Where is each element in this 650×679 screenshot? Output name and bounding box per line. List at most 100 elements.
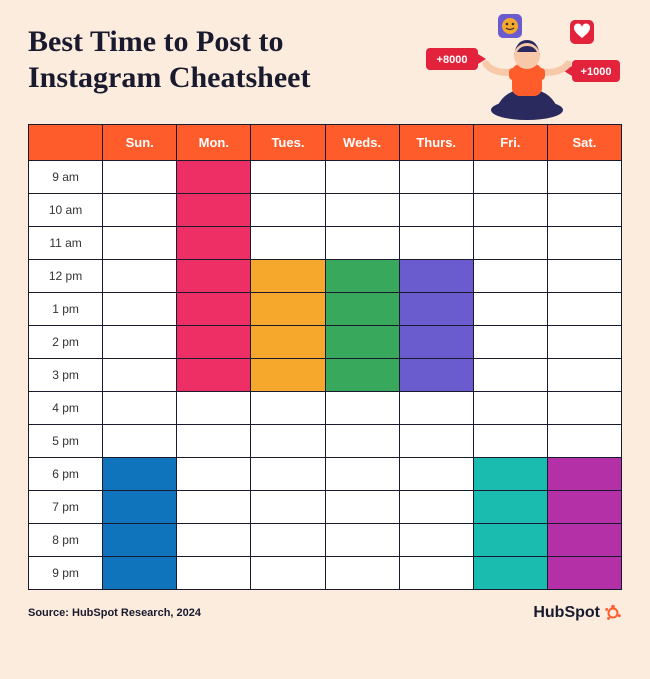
schedule-cell	[251, 557, 325, 590]
schedule-cell	[251, 359, 325, 392]
schedule-cell	[325, 524, 399, 557]
schedule-cell	[473, 227, 547, 260]
table-row: 1 pm	[29, 293, 622, 326]
schedule-cell	[473, 425, 547, 458]
schedule-cell	[103, 557, 177, 590]
left-badge-text: +8000	[437, 54, 468, 66]
schedule-cell	[547, 227, 621, 260]
schedule-cell	[473, 293, 547, 326]
schedule-table: Sun.Mon.Tues.Weds.Thurs.Fri.Sat. 9 am10 …	[28, 124, 622, 590]
schedule-cell	[325, 425, 399, 458]
hubspot-logo: HubSpot	[533, 604, 622, 622]
table-row: 7 pm	[29, 491, 622, 524]
day-header: Tues.	[251, 125, 325, 161]
schedule-cell	[473, 326, 547, 359]
title-line-2: Instagram Cheatsheet	[28, 61, 310, 94]
schedule-cell	[177, 425, 251, 458]
table-row: 3 pm	[29, 359, 622, 392]
schedule-cell	[547, 161, 621, 194]
schedule-cell	[103, 194, 177, 227]
schedule-cell	[547, 260, 621, 293]
schedule-cell	[547, 359, 621, 392]
schedule-cell	[251, 227, 325, 260]
table-row: 4 pm	[29, 392, 622, 425]
schedule-cell	[399, 458, 473, 491]
schedule-cell	[177, 359, 251, 392]
schedule-cell	[399, 293, 473, 326]
schedule-cell	[177, 458, 251, 491]
schedule-cell	[399, 260, 473, 293]
table-row: 10 am	[29, 194, 622, 227]
schedule-cell	[399, 392, 473, 425]
schedule-cell	[473, 458, 547, 491]
schedule-cell	[177, 557, 251, 590]
time-label: 4 pm	[29, 392, 103, 425]
heart-icon	[570, 20, 594, 44]
schedule-cell	[325, 161, 399, 194]
table-row: 12 pm	[29, 260, 622, 293]
schedule-cell	[547, 557, 621, 590]
schedule-cell	[251, 326, 325, 359]
schedule-cell	[103, 425, 177, 458]
schedule-cell	[547, 425, 621, 458]
schedule-cell	[325, 557, 399, 590]
time-label: 5 pm	[29, 425, 103, 458]
table-row: 9 pm	[29, 557, 622, 590]
source-attribution: Source: HubSpot Research, 2024	[28, 607, 201, 619]
time-label: 8 pm	[29, 524, 103, 557]
schedule-cell	[473, 359, 547, 392]
schedule-cell	[547, 491, 621, 524]
schedule-cell	[399, 161, 473, 194]
schedule-cell	[473, 260, 547, 293]
schedule-cell	[177, 260, 251, 293]
schedule-cell	[251, 425, 325, 458]
schedule-cell	[103, 326, 177, 359]
time-label: 11 am	[29, 227, 103, 260]
schedule-cell	[103, 227, 177, 260]
schedule-cell	[103, 359, 177, 392]
time-label: 3 pm	[29, 359, 103, 392]
schedule-cell	[251, 161, 325, 194]
schedule-cell	[547, 326, 621, 359]
schedule-cell	[325, 194, 399, 227]
person-icon	[486, 40, 568, 120]
schedule-cell	[547, 458, 621, 491]
schedule-cell	[103, 293, 177, 326]
schedule-cell	[325, 491, 399, 524]
schedule-cell	[177, 194, 251, 227]
schedule-cell	[547, 392, 621, 425]
schedule-cell	[177, 491, 251, 524]
schedule-cell	[473, 392, 547, 425]
schedule-cell	[473, 161, 547, 194]
emoji-icon	[498, 14, 522, 38]
footer: Source: HubSpot Research, 2024 HubSpot	[28, 604, 622, 622]
schedule-cell	[399, 491, 473, 524]
schedule-cell	[325, 326, 399, 359]
schedule-cell	[103, 161, 177, 194]
schedule-cell	[177, 326, 251, 359]
time-label: 6 pm	[29, 458, 103, 491]
right-badge-icon: +1000	[564, 60, 620, 82]
schedule-table-container: Sun.Mon.Tues.Weds.Thurs.Fri.Sat. 9 am10 …	[28, 124, 622, 590]
table-row: 8 pm	[29, 524, 622, 557]
schedule-cell	[103, 458, 177, 491]
schedule-cell	[325, 293, 399, 326]
table-row: 6 pm	[29, 458, 622, 491]
schedule-cell	[325, 227, 399, 260]
schedule-cell	[325, 458, 399, 491]
schedule-cell	[399, 326, 473, 359]
schedule-cell	[399, 425, 473, 458]
title-line-1: Best Time to Post to	[28, 25, 284, 58]
logo-text: HubSpot	[533, 604, 600, 622]
schedule-cell	[399, 227, 473, 260]
schedule-cell	[177, 227, 251, 260]
schedule-cell	[399, 194, 473, 227]
schedule-cell	[251, 293, 325, 326]
schedule-cell	[103, 524, 177, 557]
left-badge-icon: +8000	[426, 48, 486, 70]
time-label: 12 pm	[29, 260, 103, 293]
schedule-cell	[325, 359, 399, 392]
header-corner	[29, 125, 103, 161]
schedule-cell	[473, 194, 547, 227]
schedule-cell	[251, 260, 325, 293]
